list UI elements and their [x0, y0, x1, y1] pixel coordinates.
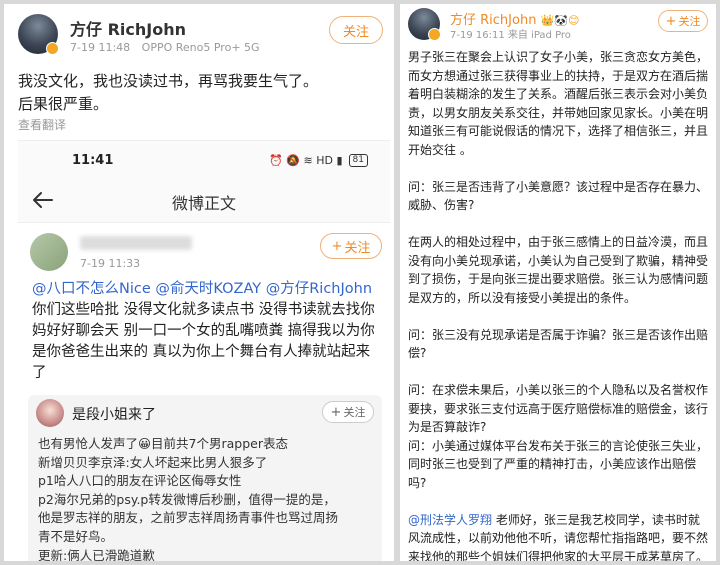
comment-line: 新增贝贝李京泽:女人坏起来比男人狠多了 — [38, 454, 268, 470]
translate-link[interactable]: 查看翻译 — [18, 116, 66, 133]
post-paragraph: 问：张三没有兑现承诺是否属于诈骗？张三是否该作出赔偿? — [408, 327, 709, 361]
status-icon-group: ⏰ 🔕 ≋ HD ▮ — [269, 154, 343, 167]
mention-link[interactable]: @俞天时KOZAY — [155, 281, 261, 297]
comment-line: p2海尔兄弟的psy.p转发微博后秒删，值得一提的是， — [38, 491, 336, 507]
post-meta: 7-19 11:48 OPPO Reno5 Pro+ 5G — [70, 41, 268, 54]
follow-label: 关注 — [343, 406, 366, 419]
nav-bar: 微博正文 — [18, 177, 390, 223]
follow-label: 关注 — [344, 240, 371, 256]
quoted-comment-card[interactable]: 是段小姐来了 + 关注 也有男怆人发声了😀目前共7个男rapper表态 新增贝贝… — [28, 395, 382, 561]
embedded-screenshot: 11:41 ⏰ 🔕 ≋ HD ▮ 81 微博正文 7-19 11:33 + 关注… — [18, 140, 390, 561]
left-screenshot: 方仔 RichJohn 7-19 11:48 OPPO Reno5 Pro+ 5… — [4, 4, 394, 561]
follow-button[interactable]: + 关注 — [658, 10, 708, 32]
nav-title: 微博正文 — [171, 194, 236, 213]
post-text-line: 后果很严重。 — [18, 95, 109, 113]
comment-line: 更新:俩人已滑跪道歉 — [38, 547, 155, 561]
mention-link[interactable]: @八口不怎么Nice — [32, 281, 151, 297]
comment-line: p1哈人八口的朋友在评论区侮辱女性 — [38, 473, 242, 489]
verified-badge-icon — [428, 28, 441, 41]
post-meta: 7-19 16:11 来自 iPad Pro — [450, 30, 571, 41]
post-time: 7-19 11:48 — [70, 41, 131, 54]
follow-label: 关注 — [342, 24, 369, 40]
plus-icon: + — [665, 13, 677, 29]
mention-link[interactable]: @方仔RichJohn — [266, 281, 372, 297]
status-time: 11:41 — [72, 153, 114, 168]
post-paragraph: 问：小美通过媒体平台发布关于张三的言论使张三失业，同时张三也受到了严重的精神打击… — [408, 438, 709, 490]
post-text: 我没文化，我也没读过书，再骂我要生气了。 后果很严重。 — [18, 70, 388, 116]
avatar[interactable] — [30, 233, 68, 271]
avatar[interactable] — [18, 14, 59, 55]
mention-link[interactable]: @刑法学人罗翔 — [408, 513, 492, 527]
status-bar: 11:41 ⏰ 🔕 ≋ HD ▮ 81 — [18, 141, 390, 177]
post-paragraph: 问：在求偿未果后，小美以张三的个人隐私以及名誉权作要挟，要求张三支付远高于医疗赔… — [408, 383, 709, 434]
post-paragraph: 在两人的相处过程中，由于张三感情上的日益冷漠，而且没有向小美兑现承诺，小美认为自… — [408, 235, 709, 305]
blurred-username — [80, 236, 192, 250]
post-device: OPPO Reno5 Pro+ 5G — [141, 41, 260, 54]
post-paragraph: 男子张三在聚会上认识了女子小美，张三贪恋女方美色，而女方想通过张三获得事业上的扶… — [408, 50, 709, 157]
battery-icon: 81 — [348, 154, 368, 167]
follow-button[interactable]: + 关注 — [322, 401, 374, 423]
post-text: @八口不怎么Nice @俞天时KOZAY @方仔RichJohn 你们这些哈批 … — [32, 279, 382, 384]
status-icons: ⏰ 🔕 ≋ HD ▮ 81 — [269, 154, 368, 167]
comment-line: 也有男怆人发声了😀目前共7个男rapper表态 — [38, 436, 288, 451]
author-name[interactable]: 方仔 RichJohn — [70, 16, 186, 40]
avatar[interactable] — [408, 8, 441, 41]
follow-button[interactable]: 关注 — [329, 16, 383, 44]
post-text-line: 我没文化，我也没读过书，再骂我要生气了。 — [18, 72, 319, 90]
post-body: 你们这些哈批 没得文化就多读点书 没得书读就去找你妈好好聊会天 别一口一个女的乱… — [32, 302, 375, 381]
avatar[interactable] — [36, 399, 64, 427]
commenter-name[interactable]: 是段小姐来了 — [72, 404, 156, 424]
comment-line: 青不是好鸟。 — [38, 528, 114, 544]
post-paragraph: 问：张三是否违背了小美意愿？该过程中是否存在暴力、威胁、伤害? — [408, 179, 709, 213]
post-paragraph: @刑法学人罗翔 老师好，张三是我艺校同学，读书时就风流成性，以前劝他他不听，请您… — [408, 511, 710, 562]
follow-label: 关注 — [678, 15, 701, 28]
verified-badge-icon — [46, 42, 59, 55]
plus-icon: + — [330, 404, 342, 420]
follow-button[interactable]: + 关注 — [320, 233, 382, 259]
plus-icon: + — [331, 238, 343, 254]
comment-text: 也有男怆人发声了😀目前共7个男rapper表态 新增贝贝李京泽:女人坏起来比男人… — [38, 435, 378, 561]
post-text: 男子张三在聚会上认识了女子小美，张三贪恋女方美色，而女方想通过张三获得事业上的扶… — [408, 48, 710, 561]
right-screenshot: 方仔 RichJohn 👑🐼😊 7-19 16:11 来自 iPad Pro +… — [400, 4, 716, 561]
comment-line: 他是罗志祥的朋友，之前罗志祥周扬青事件也骂过周扬 — [38, 510, 339, 526]
post-time: 7-19 11:33 — [80, 257, 141, 270]
